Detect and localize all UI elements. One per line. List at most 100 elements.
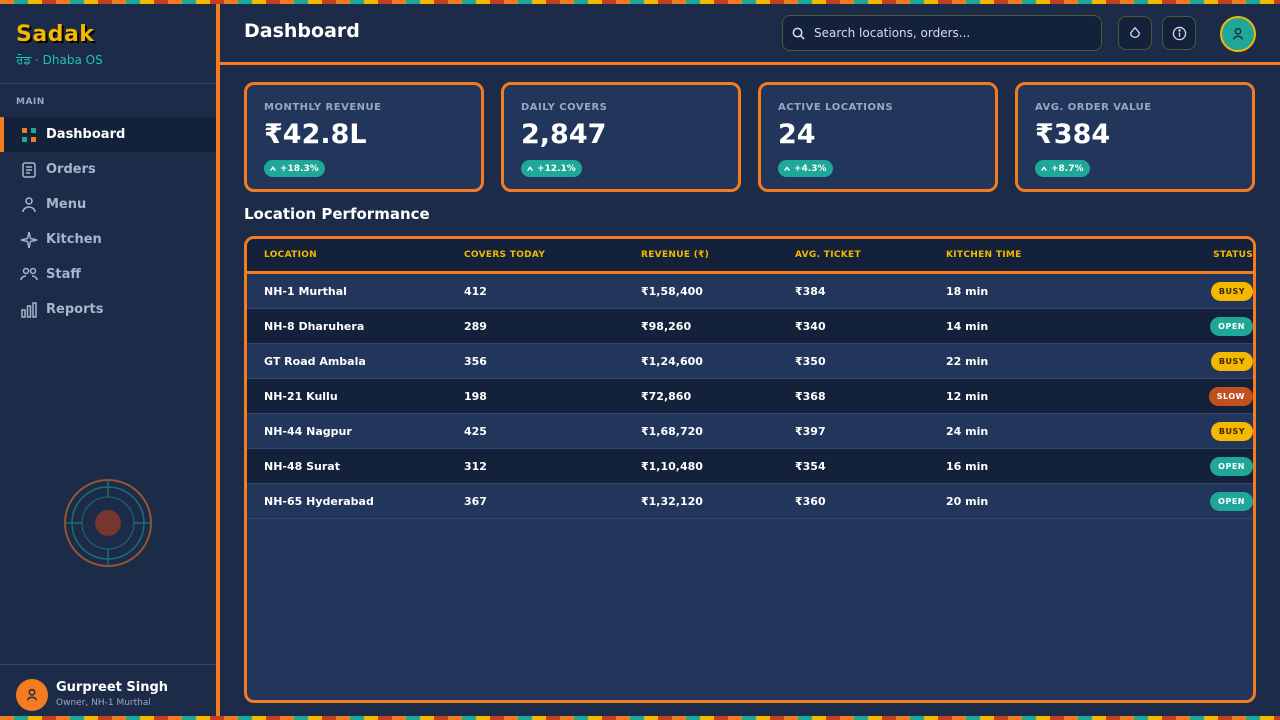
arrow-up-icon: [1041, 165, 1047, 171]
covers-cell: 356: [464, 354, 487, 368]
table-row[interactable]: NH-65 Hyderabad 367 ₹1,32,120 ₹360 20 min OPE…: [247, 484, 1253, 519]
section-title: Location Performance: [244, 205, 430, 223]
column-header-covers[interactable]: COVERS TODAY: [464, 250, 641, 260]
sidebar-divider-line: [0, 83, 216, 84]
profile-role: Owner, NH-1 Murthal: [56, 698, 151, 708]
user-profile[interactable]: Gurpreet Singh Owner, NH-1 Murthal: [0, 664, 216, 720]
sparkle-icon: [20, 231, 38, 249]
kpi-change-badge: +8.7%: [1035, 160, 1090, 177]
ticket-cell: ₹368: [795, 389, 826, 403]
sidebar-item-staff[interactable]: Staff: [0, 257, 216, 292]
bar-chart-icon: [20, 301, 38, 319]
sidebar-nav: Dashboard Orders Menu Kitchen Staff Repo…: [0, 117, 216, 327]
sidebar-item-label: Orders: [46, 162, 96, 177]
table-row[interactable]: GT Road Ambala 356 ₹1,24,600 ₹350 22 min BUSY: [247, 344, 1253, 379]
status-badge: SLOW: [1208, 386, 1253, 406]
kpi-card-active-locations: ACTIVE LOCATIONS 24 +4.3%: [758, 82, 998, 192]
sidebar-item-label: Kitchen: [46, 232, 102, 247]
table-row[interactable]: NH-44 Nagpur 425 ₹1,68,720 ₹397 24 min BUSY: [247, 414, 1253, 449]
ticket-cell: ₹384: [795, 284, 826, 298]
column-header-status[interactable]: STATUS: [1126, 250, 1253, 260]
user-avatar-button[interactable]: [1220, 16, 1256, 52]
kpi-label: ACTIVE LOCATIONS: [778, 102, 894, 113]
table-row[interactable]: NH-21 Kullu 198 ₹72,860 ₹368 12 min SLOW: [247, 379, 1253, 414]
revenue-cell: ₹1,68,720: [641, 424, 703, 438]
sidebar-border: [216, 4, 220, 716]
column-header-kitchen-time[interactable]: KITCHEN TIME: [946, 250, 1126, 260]
droplet-icon: [1128, 26, 1142, 40]
search-box[interactable]: [782, 15, 1102, 51]
revenue-cell: ₹72,860: [641, 389, 692, 403]
grid-icon: [20, 126, 38, 144]
kpi-value: ₹42.8L: [264, 119, 367, 150]
users-icon: [20, 266, 38, 284]
location-cell: NH-65 Hyderabad: [264, 494, 374, 508]
covers-cell: 367: [464, 494, 487, 508]
nav-section-label: MAIN: [16, 97, 45, 107]
mandala-decoration-icon: [62, 477, 154, 569]
column-header-location[interactable]: LOCATION: [247, 250, 464, 260]
kpi-label: DAILY COVERS: [521, 102, 608, 113]
page-title: Dashboard: [244, 20, 360, 42]
sidebar: Sadak ਰੋਡ · Dhaba OS MAIN Dashboard Orde…: [0, 4, 216, 716]
table-header: LOCATION COVERS TODAY REVENUE (₹) AVG. T…: [247, 239, 1253, 274]
location-cell: GT Road Ambala: [264, 354, 366, 368]
covers-cell: 312: [464, 459, 487, 473]
kpi-value: 24: [778, 119, 816, 150]
avatar: [16, 679, 48, 711]
brand-name: Sadak: [16, 22, 95, 47]
profile-name: Gurpreet Singh: [56, 680, 169, 695]
revenue-cell: ₹1,58,400: [641, 284, 703, 298]
header-border: [220, 62, 1280, 65]
column-header-revenue[interactable]: REVENUE (₹): [641, 250, 795, 260]
sidebar-item-menu[interactable]: Menu: [0, 187, 216, 222]
covers-cell: 289: [464, 319, 487, 333]
kitchen-time-cell: 22 min: [946, 354, 989, 368]
kitchen-time-cell: 16 min: [946, 459, 989, 473]
brand: Sadak ਰੋਡ · Dhaba OS: [16, 22, 103, 68]
user-icon: [1229, 25, 1247, 43]
kitchen-time-cell: 24 min: [946, 424, 989, 438]
ticket-cell: ₹360: [795, 494, 826, 508]
location-performance-table: LOCATION COVERS TODAY REVENUE (₹) AVG. T…: [244, 236, 1256, 703]
kpi-card-daily-covers: DAILY COVERS 2,847 +12.1%: [501, 82, 741, 192]
column-header-ticket[interactable]: AVG. TICKET: [795, 250, 946, 260]
info-button[interactable]: [1162, 16, 1196, 50]
theme-button[interactable]: [1118, 16, 1152, 50]
status-cell: OPEN: [1126, 316, 1253, 336]
search-input[interactable]: [814, 26, 1084, 40]
info-icon: [1172, 26, 1187, 41]
revenue-cell: ₹1,32,120: [641, 494, 703, 508]
sidebar-item-label: Dashboard: [46, 127, 126, 142]
location-cell: NH-8 Dharuhera: [264, 319, 365, 333]
status-badge: BUSY: [1210, 351, 1253, 371]
table-row[interactable]: NH-1 Murthal 412 ₹1,58,400 ₹384 18 min BUSY: [247, 274, 1253, 309]
sidebar-item-reports[interactable]: Reports: [0, 292, 216, 327]
sidebar-item-orders[interactable]: Orders: [0, 152, 216, 187]
kpi-value: 2,847: [521, 119, 607, 150]
sidebar-item-label: Reports: [46, 302, 104, 317]
kpi-change-badge: +4.3%: [778, 160, 833, 177]
status-badge: OPEN: [1210, 316, 1253, 336]
table-row[interactable]: NH-8 Dharuhera 289 ₹98,260 ₹340 14 min OPEN: [247, 309, 1253, 344]
table-row[interactable]: NH-48 Surat 312 ₹1,10,480 ₹354 16 min OPEN: [247, 449, 1253, 484]
kpi-change: +4.3%: [794, 163, 827, 174]
ticket-cell: ₹350: [795, 354, 826, 368]
kpi-change-badge: +18.3%: [264, 160, 325, 177]
sidebar-item-dashboard[interactable]: Dashboard: [0, 117, 216, 152]
kpi-label: AVG. ORDER VALUE: [1035, 102, 1152, 113]
ticket-cell: ₹397: [795, 424, 826, 438]
kpi-label: MONTHLY REVENUE: [264, 102, 382, 113]
kitchen-time-cell: 12 min: [946, 389, 989, 403]
kitchen-time-cell: 14 min: [946, 319, 989, 333]
status-cell: BUSY: [1126, 281, 1253, 301]
sidebar-item-kitchen[interactable]: Kitchen: [0, 222, 216, 257]
arrow-up-icon: [784, 165, 790, 171]
status-badge: OPEN: [1210, 456, 1253, 476]
sidebar-item-label: Menu: [46, 197, 87, 212]
kpi-card-avg-order-value: AVG. ORDER VALUE ₹384 +8.7%: [1015, 82, 1255, 192]
arrow-up-icon: [270, 165, 276, 171]
covers-cell: 412: [464, 284, 487, 298]
ticket-cell: ₹354: [795, 459, 826, 473]
receipt-icon: [20, 161, 38, 179]
